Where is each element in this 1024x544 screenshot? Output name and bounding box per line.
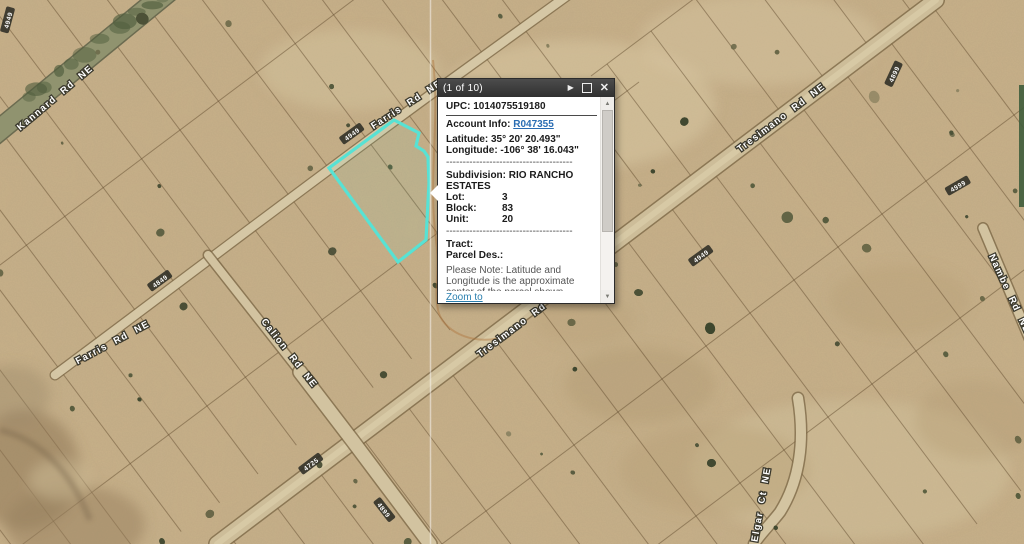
next-arrow-icon: ▶ [568, 84, 574, 92]
lot-row: Lot:3 [446, 192, 597, 203]
longitude-value: Longitude: -106° 38' 16.043" [446, 145, 597, 156]
scroll-up-button[interactable]: ▲ [601, 97, 614, 110]
latitude-value: Latitude: 35° 20' 20.493" [446, 134, 597, 145]
maximize-icon [582, 83, 592, 93]
block-value: 83 [502, 203, 513, 214]
subdivision-value: Subdivision: RIO RANCHO ESTATES [446, 170, 597, 192]
popup-title: (1 of 10) [443, 83, 560, 94]
unit-row: Unit:20 [446, 214, 597, 225]
map-application: Kannard Rd NE Farris Rd NE Farris Rd NE … [0, 0, 1024, 544]
scroll-down-button[interactable]: ▼ [601, 290, 614, 303]
scroll-down-icon: ▼ [605, 294, 611, 300]
next-result-button[interactable]: ▶ [568, 84, 574, 92]
tract-label: Tract: [446, 239, 597, 250]
parcel-info-popup: (1 of 10) ▶ ✕ UPC: 1014075519180 Account… [437, 78, 615, 304]
popup-titlebar[interactable]: (1 of 10) ▶ ✕ [438, 79, 614, 97]
close-icon: ✕ [600, 83, 609, 94]
lot-value: 3 [502, 192, 508, 203]
block-row: Block:83 [446, 203, 597, 214]
popup-scrollbar[interactable]: ▲ ▼ [600, 97, 614, 303]
scrollbar-thumb[interactable] [602, 110, 613, 232]
popup-pointer [430, 185, 438, 201]
green-vegetation-strip [1019, 85, 1024, 207]
popup-content: UPC: 1014075519180 Account Info: R047355… [438, 97, 614, 303]
dashed-divider: -------------------------------------- [446, 227, 597, 237]
rule-line [446, 115, 597, 116]
block-label: Block: [446, 203, 502, 214]
maximize-button[interactable] [582, 83, 592, 93]
account-info-label: Account Info: [446, 119, 513, 130]
upc-value: UPC: 1014075519180 [446, 101, 597, 112]
account-info-row: Account Info: R047355 [446, 119, 597, 130]
parcel-des-label: Parcel Des.: [446, 250, 597, 261]
unit-value: 20 [502, 214, 513, 225]
dashed-divider: -------------------------------------- [446, 158, 597, 168]
account-link[interactable]: R047355 [513, 119, 554, 130]
lot-label: Lot: [446, 192, 502, 203]
scroll-up-icon: ▲ [605, 101, 611, 107]
zoom-to-link[interactable]: Zoom to [446, 292, 483, 303]
close-button[interactable]: ✕ [600, 83, 609, 94]
note-text: Please Note: Latitude and Longitude is t… [446, 265, 597, 291]
unit-label: Unit: [446, 214, 502, 225]
